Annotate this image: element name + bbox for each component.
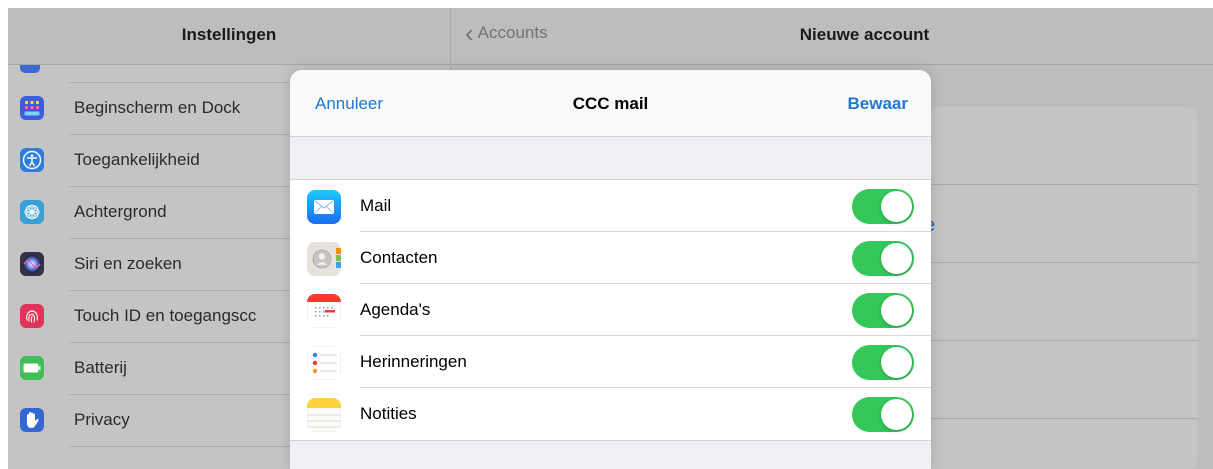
toggle-label: Notities bbox=[360, 404, 417, 423]
notes-app-icon bbox=[307, 398, 341, 432]
settings-header: Instellingen bbox=[8, 8, 450, 65]
save-button[interactable]: Bewaar bbox=[848, 94, 908, 114]
reminders-toggle[interactable] bbox=[852, 345, 914, 380]
sheet-navbar: Annuleer CCC mail Bewaar bbox=[290, 70, 931, 137]
toggle-knob bbox=[881, 347, 912, 378]
home-screen-grid-icon bbox=[20, 96, 44, 120]
toggle-knob bbox=[881, 191, 912, 222]
toggle-knob bbox=[881, 295, 912, 326]
sidebar-item-label: Privacy bbox=[74, 410, 130, 429]
hand-privacy-icon bbox=[20, 408, 44, 432]
sheet-title: CCC mail bbox=[572, 94, 649, 113]
calendar-app-icon bbox=[307, 294, 341, 328]
reminders-app-icon bbox=[307, 346, 341, 380]
toggle-label: Agenda's bbox=[360, 300, 431, 319]
toggle-row-notes: Notities bbox=[290, 388, 931, 440]
sidebar-item-label: Siri en zoeken bbox=[74, 254, 182, 273]
toggle-row-calendars: Agenda's bbox=[290, 284, 931, 336]
toggle-row-reminders: Herinneringen bbox=[290, 336, 931, 388]
sidebar-item-label: Toegankelijkheid bbox=[74, 150, 200, 169]
ipad-screen: Instellingen Beginscherm en Dock Toegank… bbox=[8, 8, 1213, 469]
sidebar-item-label: Beginscherm en Dock bbox=[74, 98, 241, 117]
notes-toggle[interactable] bbox=[852, 397, 914, 432]
contacts-toggle[interactable] bbox=[852, 241, 914, 276]
calendars-toggle[interactable] bbox=[852, 293, 914, 328]
mail-toggle[interactable] bbox=[852, 189, 914, 224]
toggle-row-contacts: Contacten bbox=[290, 232, 931, 284]
toggle-label: Contacten bbox=[360, 248, 438, 267]
toggle-label: Mail bbox=[360, 196, 392, 215]
sidebar-item-label: Achtergrond bbox=[74, 202, 167, 221]
settings-title: Instellingen bbox=[181, 25, 277, 44]
fingerprint-icon bbox=[20, 304, 44, 328]
detail-title: Nieuwe account bbox=[799, 25, 930, 44]
partial-row-icon bbox=[20, 65, 40, 73]
wallpaper-flower-icon bbox=[20, 200, 44, 224]
sync-options-list: Mail Contacten Agenda's Herinneringen No… bbox=[290, 179, 931, 441]
toggle-row-mail: Mail bbox=[290, 180, 931, 232]
mail-app-icon bbox=[307, 190, 341, 224]
toggle-label: Herinneringen bbox=[360, 352, 467, 371]
contacts-app-icon bbox=[307, 242, 341, 276]
detail-navbar: ‹ Accounts Nieuwe account bbox=[451, 8, 1213, 65]
account-sync-sheet: Annuleer CCC mail Bewaar Mail Contacten … bbox=[290, 70, 931, 469]
toggle-knob bbox=[881, 243, 912, 274]
accessibility-icon bbox=[20, 148, 44, 172]
toggle-knob bbox=[881, 399, 912, 430]
sidebar-item-label: Batterij bbox=[74, 358, 127, 377]
sidebar-item-label: Touch ID en toegangscc bbox=[74, 306, 257, 325]
siri-icon bbox=[20, 252, 44, 276]
battery-icon bbox=[20, 356, 44, 380]
